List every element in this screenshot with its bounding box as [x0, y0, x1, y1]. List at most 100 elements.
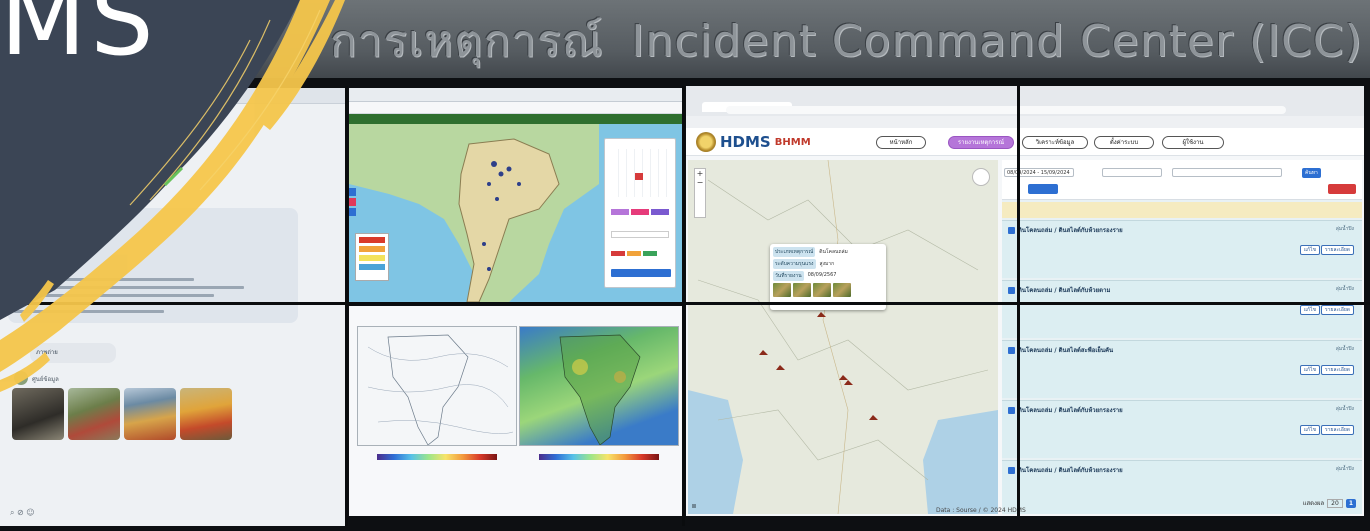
bezel-seam	[1017, 86, 1020, 516]
edit-button[interactable]: แก้ไข	[1299, 365, 1320, 375]
popup-key: ประเภทเหตุการณ์	[773, 247, 816, 257]
detail-button[interactable]: รายละเอียด	[1320, 365, 1354, 375]
incident-card[interactable]: ดินโคลนถล่ม / ดินสไลด์สะพือเย็นคัน ลุ่มน…	[1002, 340, 1362, 398]
detail-button[interactable]: รายละเอียด	[1320, 245, 1354, 255]
status-chip[interactable]	[627, 251, 641, 256]
nav-incident-report[interactable]: รายงานเหตุการณ์	[948, 136, 1014, 149]
weather-map-right-drawing	[559, 334, 641, 446]
nav-analysis[interactable]: วิเคราะห์ข้อมูล	[1022, 136, 1088, 149]
chat-titlebar	[0, 88, 345, 104]
status-chip[interactable]	[611, 251, 625, 256]
address-bar[interactable]	[726, 106, 1286, 114]
province-select[interactable]	[1102, 168, 1162, 177]
chat-text-line	[14, 278, 194, 281]
chat-photo[interactable]	[180, 388, 232, 440]
chat-photo[interactable]	[124, 388, 176, 440]
popup-value: ดินโคลนถล่ม	[819, 249, 848, 255]
weather-map-right	[519, 326, 679, 446]
sender-name: ศูนย์ข้อมูล	[32, 376, 59, 383]
detail-button[interactable]: รายละเอียด	[1320, 305, 1354, 315]
select-field[interactable]	[611, 231, 669, 238]
nav-settings[interactable]: ตั้งค่าระบบ	[1094, 136, 1154, 149]
weather-forecast-screen	[349, 306, 682, 516]
browser-tabs	[349, 88, 682, 102]
page-current[interactable]: 1	[1345, 498, 1356, 508]
card-title-text: ดินโคลนถล่ม / ดินสไลด์สะพือเย็นคัน	[1018, 347, 1114, 354]
export-button[interactable]	[1328, 184, 1356, 194]
search-button[interactable]: ค้นหา	[1302, 168, 1321, 178]
chat-text-line	[14, 310, 164, 313]
card-title: ดินโคลนถล่ม / ดินสไลด์กับห้วยตาม	[1008, 285, 1110, 295]
icc-wall-sign: การเหตุการณ์ Incident Command Center (ICC…	[330, 6, 1363, 76]
calendar-panel[interactable]	[604, 138, 676, 288]
date-range-field[interactable]: 08/09/2024 - 15/09/2024	[1004, 168, 1074, 177]
keyword-input[interactable]	[1172, 168, 1282, 177]
card-title-text: ดินโคลนถล่ม / ดินสไลด์กับห้วยตาม	[1018, 287, 1111, 294]
filter-chip[interactable]	[651, 209, 669, 215]
incident-type-icon	[1008, 286, 1015, 294]
map-search-button[interactable]	[611, 269, 671, 277]
zoom-out-icon[interactable]: −	[695, 178, 705, 187]
clip-icon[interactable]: ⊘	[17, 508, 24, 517]
chat-photo[interactable]	[68, 388, 120, 440]
map-legend	[355, 233, 389, 281]
incident-type-icon	[1008, 346, 1015, 354]
map-zoom-controls[interactable]: + −	[694, 168, 706, 218]
incident-type-icon	[1008, 226, 1015, 234]
card-title: ดินโคลนถล่ม / ดินสไลด์กับห้วยกรองราย	[1008, 225, 1123, 235]
filter-toggle[interactable]	[1028, 184, 1058, 194]
map-side-tools[interactable]	[349, 188, 357, 228]
weather-map-left	[357, 326, 517, 446]
nav-home[interactable]: หน้าหลัก	[876, 136, 926, 149]
bezel-seam	[345, 86, 348, 526]
edit-button[interactable]: แก้ไข	[1299, 305, 1320, 315]
card-tag: ลุ่มน้ำปิง	[1335, 346, 1354, 352]
incident-card[interactable]: ดินโคลนถล่ม / ดินสไลด์กับห้วยกรองราย ลุ่…	[1002, 220, 1362, 278]
weather-colorbar-right	[539, 454, 659, 460]
popup-thumbnail[interactable]	[773, 283, 791, 297]
detail-button[interactable]: รายละเอียด	[1320, 425, 1354, 435]
hdms-screen: HDMS BHMM หน้าหลัก รายงานเหตุการณ์ วิเคร…	[686, 86, 1364, 516]
card-title: ดินโคลนถล่ม / ดินสไลด์กับห้วยกรองราย	[1008, 465, 1123, 475]
attach-icon[interactable]: ⌕	[10, 508, 14, 517]
thailand-map-screen	[349, 88, 682, 302]
nav-users[interactable]: ผู้ใช้งาน	[1162, 136, 1224, 149]
map-app-navbar	[349, 114, 682, 124]
card-tag: ลุ่มน้ำปิง	[1335, 406, 1354, 412]
card-title: ดินโคลนถล่ม / ดินสไลด์กับห้วยกรองราย	[1008, 405, 1123, 415]
incident-type-icon	[1008, 406, 1015, 414]
card-tag: ลุ่มน้ำปิง	[1335, 466, 1354, 472]
chat-photo[interactable]	[12, 388, 64, 440]
popup-row: ประเภทเหตุการณ์ ดินโคลนถล่ม	[773, 247, 883, 257]
incident-card[interactable]: ดินโคลนถล่ม / ดินสไลด์กับห้วยกรองราย ลุ่…	[1002, 400, 1362, 458]
edit-button[interactable]: แก้ไข	[1299, 245, 1320, 255]
zoom-in-icon[interactable]: +	[695, 169, 705, 178]
chat-footer: ⌕ ⊘ ☺	[10, 508, 35, 518]
hdms-logo[interactable]: HDMS BHMM	[696, 132, 811, 152]
popup-thumbnail[interactable]	[833, 283, 851, 297]
ministry-seal-icon	[696, 132, 716, 152]
popup-thumbnails[interactable]	[773, 283, 883, 297]
logo-text: HDMS	[720, 133, 771, 151]
per-page-select[interactable]: 20	[1327, 498, 1343, 508]
popup-thumbnail[interactable]	[813, 283, 831, 297]
browser-url-bar[interactable]	[349, 102, 682, 114]
attachment-bubble[interactable]: ภาพถ่าย	[30, 343, 116, 363]
chat-message-bubble	[8, 208, 298, 323]
filter-chip[interactable]	[631, 209, 649, 215]
photo-scene: การเหตุการณ์ Incident Command Center (ICC…	[0, 0, 1370, 531]
layers-icon[interactable]	[972, 168, 990, 186]
filter-chip[interactable]	[611, 209, 629, 215]
card-title: ดินโคลนถล่ม / ดินสไลด์สะพือเย็นคัน	[1008, 345, 1113, 355]
emoji-icon[interactable]: ☺	[26, 508, 34, 517]
hdms-incident-map[interactable]: + − ประเภทเหตุการณ์ ดินโคลนถล่ม ระดับควา…	[688, 160, 998, 514]
calendar-selected-day[interactable]	[635, 173, 643, 180]
incident-card[interactable]: ดินโคลนถล่ม / ดินสไลด์กับห้วยตาม ลุ่มน้ำ…	[1002, 280, 1362, 338]
logo-secondary: BHMM	[774, 136, 811, 148]
incident-popup[interactable]: ประเภทเหตุการณ์ ดินโคลนถล่ม ระดับความรุน…	[770, 244, 886, 310]
popup-thumbnail[interactable]	[793, 283, 811, 297]
card-tag: ลุ่มน้ำปิง	[1335, 226, 1354, 232]
status-chip[interactable]	[643, 251, 657, 256]
bookmarks-bar	[686, 116, 1364, 128]
edit-button[interactable]: แก้ไข	[1299, 425, 1320, 435]
